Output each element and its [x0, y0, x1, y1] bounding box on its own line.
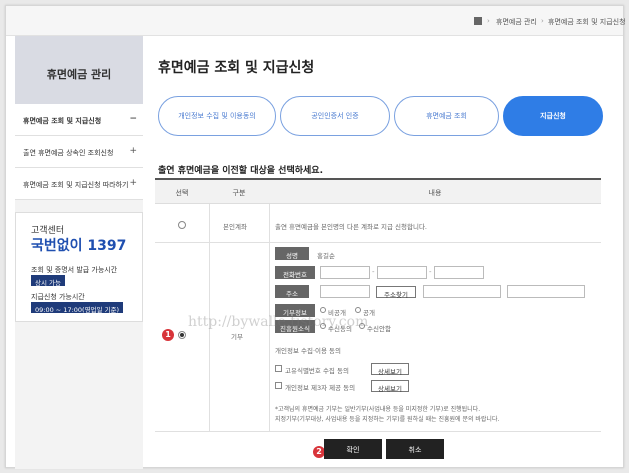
consent-id-label: 고유식별번호 수집 동의	[285, 367, 349, 375]
consent-third-party-checkbox[interactable]	[275, 382, 282, 389]
sidebar-item-heir-inquiry[interactable]: 출연 휴면예금 상속인 조회신청 +	[15, 136, 143, 168]
target-selection-table: 선택 구분 내용 본인계좌 출연 휴면예금을 본인명의 다른 계좌로 지급 신청…	[155, 178, 601, 432]
phone-separator: -	[372, 268, 375, 276]
watermark-text: http://bywalle.tistory.com	[188, 314, 369, 330]
step-consent: 개인정보 수집 및 이용동의	[158, 96, 276, 136]
consent-id-detail-button[interactable]: 상세보기	[371, 363, 409, 376]
home-icon[interactable]	[474, 17, 482, 25]
phone-input-1[interactable]	[320, 266, 370, 279]
step-apply: 지급신청	[503, 96, 603, 136]
phone-input-3[interactable]	[434, 266, 484, 279]
donation-note-1: *고객님의 휴면예금 기부는 일반기부(사업내용 등을 미지정한 기부)로 진행…	[275, 406, 481, 413]
sidebar: 휴면예금 관리 휴면예금 조회 및 지급신청 − 출연 휴면예금 상속인 조회신…	[15, 36, 143, 469]
consent-third-party-detail-button[interactable]: 상세보기	[371, 380, 409, 393]
disclosure-public-radio[interactable]	[355, 307, 361, 313]
cert-hours-badge: 상시 가능	[31, 275, 65, 287]
header-select: 선택	[155, 180, 209, 204]
phone-input-2[interactable]	[377, 266, 427, 279]
header-category: 구분	[209, 180, 269, 204]
name-label: 성명	[275, 247, 309, 260]
breadcrumb-item[interactable]: 휴면예금 조회 및 지급신청	[548, 17, 626, 27]
page-title: 휴면예금 조회 및 지급신청	[158, 60, 315, 76]
row-divider	[155, 242, 601, 243]
zipcode-input[interactable]	[320, 285, 370, 298]
sidebar-header: 휴면예금 관리	[15, 36, 143, 104]
consent-title: 개인정보 수집·이용 동의	[275, 347, 341, 355]
sidebar-item-inquiry[interactable]: 휴면예금 조회 및 지급신청 −	[15, 104, 143, 136]
donation-note-2: 지정기부(기부대상, 사업내용 등을 지정하는 기부)를 원하실 때는 진흥원에…	[275, 416, 500, 423]
own-account-description: 출연 휴면예금을 본인명의 다른 계좌로 지급 신청합니다.	[275, 223, 428, 231]
apply-hours-label: 지급신청 가능시간	[31, 293, 85, 301]
address-label: 주소	[275, 285, 309, 298]
header-content: 내용	[269, 180, 601, 204]
sidebar-item-guide[interactable]: 휴면예금 조회 및 지급신청 따라하기 +	[15, 168, 143, 200]
address-input-2[interactable]	[507, 285, 585, 298]
step-certificate: 공인인증서 인증	[280, 96, 390, 136]
sidebar-menu: 휴면예금 조회 및 지급신청 − 출연 휴면예금 상속인 조회신청 + 휴면예금…	[15, 104, 143, 200]
row-divider	[155, 431, 601, 432]
phone-label: 전화번호	[275, 266, 315, 279]
breadcrumb-separator: ›	[541, 17, 544, 25]
breadcrumb-item[interactable]: 휴면예금 관리	[496, 17, 537, 27]
step-inquiry: 휴면예금 조회	[394, 96, 499, 136]
address-search-button[interactable]: 주소찾기	[376, 286, 416, 299]
expand-icon[interactable]: +	[129, 146, 137, 156]
sidebar-item-label: 휴면예금 조회 및 지급신청	[23, 117, 102, 125]
receipt-decline-label: 수신안함	[367, 325, 391, 333]
consent-third-party-label: 개인정보 제3자 제공 동의	[285, 384, 356, 392]
breadcrumb: › 휴면예금 관리 › 휴면예금 조회 및 지급신청	[6, 6, 626, 36]
sidebar-item-label: 출연 휴면예금 상속인 조회신청	[23, 149, 114, 157]
cancel-button[interactable]: 취소	[386, 439, 444, 459]
breadcrumb-separator: ›	[487, 17, 490, 25]
address-input-1[interactable]	[423, 285, 501, 298]
apply-hours-badge: 09:00 ~ 17:00(영업일 기준)	[31, 302, 124, 314]
category-donation: 기부	[231, 333, 243, 341]
collapse-icon[interactable]: −	[129, 114, 137, 124]
phone-separator: -	[429, 268, 432, 276]
cert-hours-label: 조회 및 증명서 발급 가능시간	[31, 266, 118, 274]
sidebar-item-label: 휴면예금 조회 및 지급신청 따라하기	[23, 181, 129, 189]
annotation-badge-1: 1	[162, 329, 174, 341]
customer-center-number: 국번없이 1397	[31, 238, 127, 254]
instruction-text: 출연 휴면예금을 이전할 대상을 선택하세요.	[158, 166, 323, 176]
select-own-account-radio[interactable]	[178, 221, 186, 229]
disclosure-private-radio[interactable]	[320, 307, 326, 313]
consent-id-checkbox[interactable]	[275, 365, 282, 372]
expand-icon[interactable]: +	[129, 178, 137, 188]
select-donation-radio[interactable]	[178, 331, 186, 339]
confirm-button[interactable]: 확인	[324, 439, 382, 459]
category-own-account: 본인계좌	[223, 223, 247, 231]
sidebar-title: 휴면예금 관리	[46, 68, 112, 81]
customer-center-box: 고객센터 국번없이 1397 조회 및 증명서 발급 가능시간 상시 가능 지급…	[15, 212, 143, 322]
progress-steps: 개인정보 수집 및 이용동의 공인인증서 인증 휴면예금 조회 지급신청	[158, 96, 604, 140]
name-value: 홍길순	[317, 252, 335, 260]
